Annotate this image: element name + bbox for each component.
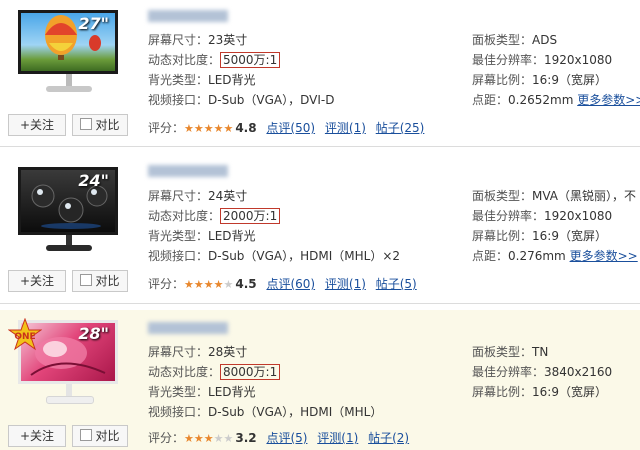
monitor-stand xyxy=(66,74,72,86)
comments-link[interactable]: 点评(5) xyxy=(266,431,307,445)
spec-video-port: 视频接口：D-Sub（VGA），HDMI（MHL） xyxy=(148,405,383,419)
follow-button[interactable]: +关注 xyxy=(8,114,66,136)
reviews-link[interactable]: 评测(1) xyxy=(317,431,358,445)
compare-checkbox[interactable] xyxy=(80,274,93,286)
product-image-1[interactable]: 27" xyxy=(12,10,124,106)
compare-button[interactable]: 对比 xyxy=(72,270,128,292)
monitor-screen: 27" xyxy=(18,10,118,74)
size-badge: 28" xyxy=(78,324,109,343)
monitor-screen: 24" xyxy=(18,167,118,235)
spec-backlight: 背光类型：LED背光 xyxy=(148,73,256,87)
follow-button[interactable]: +关注 xyxy=(8,425,66,447)
contrast-highlight: 5000万:1 xyxy=(220,52,281,68)
spec-panel: 面板类型：ADS xyxy=(472,33,558,47)
product-name-blurred[interactable] xyxy=(148,165,228,177)
product-name-blurred[interactable] xyxy=(148,322,228,334)
spec-resolution: 最佳分辨率：3840x2160 xyxy=(472,365,613,379)
spec-backlight: 背光类型：LED背光 xyxy=(148,385,256,399)
compare-button[interactable]: 对比 xyxy=(72,114,128,136)
compare-checkbox[interactable] xyxy=(80,429,93,441)
star-rating-icon: ★★★★★ xyxy=(184,122,234,135)
comments-link[interactable]: 点评(50) xyxy=(266,121,315,135)
svg-text:ONE: ONE xyxy=(14,332,35,342)
spec-resolution: 最佳分辨率：1920x1080 xyxy=(472,53,613,67)
compare-checkbox[interactable] xyxy=(80,118,93,130)
star-rating-icon: ★★★★★ xyxy=(184,432,234,445)
spec-resolution: 最佳分辨率：1920x1080 xyxy=(472,209,613,223)
rating-row: 评分：★★★★★ 4.5 点评(60) 评测(1) 帖子(5) xyxy=(148,277,417,291)
posts-link[interactable]: 帖子(5) xyxy=(376,277,417,291)
product-name-blurred[interactable] xyxy=(148,10,228,22)
reviews-link[interactable]: 评测(1) xyxy=(325,277,366,291)
product-card-3: 28" ONE 屏幕尺寸：28英寸 动态对比度： 8000万:1 背光类型：LED… xyxy=(0,310,640,450)
more-params-link[interactable]: 更多参数>> xyxy=(570,249,638,263)
rating-row: 评分：★★★★★ 3.2 点评(5) 评测(1) 帖子(2) xyxy=(148,431,410,445)
spec-pitch: 点距：0.2652mm 更多参数>> xyxy=(472,92,640,108)
follow-button[interactable]: +关注 xyxy=(8,270,66,292)
spec-panel: 面板类型：MVA（黑锐丽），不 xyxy=(472,189,637,203)
reviews-link[interactable]: 评测(1) xyxy=(325,121,366,135)
spec-contrast: 动态对比度： 2000万:1 xyxy=(148,208,281,224)
product-card-2: 24" 屏幕尺寸：24英寸 动态对比度： 2000万:1 背光类型：LED背光 视… xyxy=(0,153,640,304)
spec-screen-size: 屏幕尺寸：28英寸 xyxy=(148,345,248,359)
rating-row: 评分：★★★★★ 4.8 点评(50) 评测(1) 帖子(25) xyxy=(148,121,425,135)
product-card-1: 27" 屏幕尺寸：23英寸 动态对比度： 5000万:1 背光类型：LED背光 视… xyxy=(0,0,640,147)
spec-backlight: 背光类型：LED背光 xyxy=(148,229,256,243)
monitor-base xyxy=(46,86,92,92)
comments-link[interactable]: 点评(60) xyxy=(266,277,315,291)
monitor-stand xyxy=(66,384,72,396)
spec-contrast: 动态对比度： 5000万:1 xyxy=(148,52,281,68)
contrast-highlight: 2000万:1 xyxy=(220,208,281,224)
product-image-2[interactable]: 24" xyxy=(12,167,124,263)
product-image-3[interactable]: 28" ONE xyxy=(8,318,124,416)
monitor-base xyxy=(46,245,92,251)
spec-contrast: 动态对比度： 8000万:1 xyxy=(148,364,281,380)
spec-ratio: 屏幕比例：16:9（宽屏） xyxy=(472,229,607,243)
spec-video-port: 视频接口：D-Sub（VGA），HDMI（MHL）×2 xyxy=(148,249,401,263)
size-badge: 24" xyxy=(78,171,109,190)
posts-link[interactable]: 帖子(2) xyxy=(368,431,409,445)
compare-button[interactable]: 对比 xyxy=(72,425,128,447)
posts-link[interactable]: 帖子(25) xyxy=(376,121,425,135)
monitor-base xyxy=(46,396,94,404)
spec-ratio: 屏幕比例：16:9（宽屏） xyxy=(472,385,607,399)
spec-screen-size: 屏幕尺寸：23英寸 xyxy=(148,33,248,47)
more-params-link[interactable]: 更多参数>> xyxy=(577,93,640,107)
contrast-highlight: 8000万:1 xyxy=(220,364,281,380)
spec-video-port: 视频接口：D-Sub（VGA），DVI-D xyxy=(148,93,335,107)
size-badge: 27" xyxy=(78,14,109,33)
spec-pitch: 点距：0.276mm 更多参数>> xyxy=(472,249,638,263)
star-rating-icon: ★★★★★ xyxy=(184,278,234,291)
spec-panel: 面板类型：TN xyxy=(472,345,549,359)
spec-ratio: 屏幕比例：16:9（宽屏） xyxy=(472,73,607,87)
one-star-badge-icon: ONE xyxy=(8,318,42,351)
spec-screen-size: 屏幕尺寸：24英寸 xyxy=(148,189,248,203)
